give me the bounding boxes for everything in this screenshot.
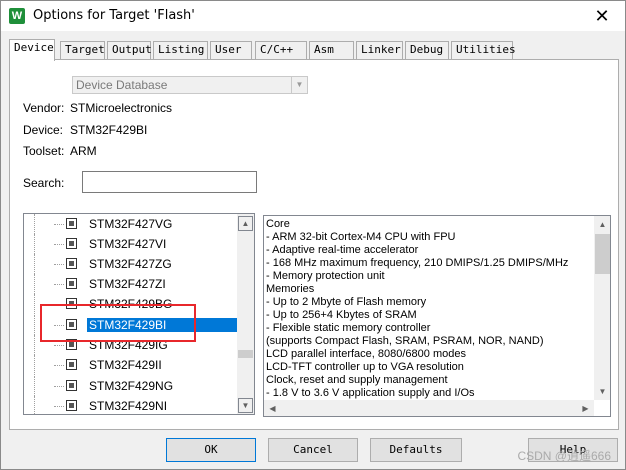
tree-item[interactable]: STM32F429II [24,355,238,375]
tree-line [54,365,64,366]
description-line: - Flexible static memory controller [266,322,431,334]
description-line: - Up to 256+4 Kbytes of SRAM [266,309,417,321]
description-line: (supports Compact Flash, SRAM, PSRAM, NO… [266,335,544,347]
device-value: STM32F429BI [70,123,148,137]
description-line: - Memory protection unit [266,270,385,282]
chip-icon [66,380,77,391]
tree-item-label: STM32F429NG [89,379,174,393]
tree-item[interactable]: STM32F427VG [24,214,238,234]
scrollbar-thumb[interactable] [238,350,253,358]
window-title: Options for Target 'Flash' [33,8,195,23]
tab-utilities[interactable]: Utilities [451,41,516,59]
description-line: Core [266,218,290,230]
tree-item-label: STM32F427VI [89,237,167,251]
tab-strip: Device Target Output Listing User C/C++ … [9,39,617,61]
tab-listing[interactable]: Listing [153,41,208,59]
tree-item-label: STM32F427ZG [89,257,172,271]
tree-item[interactable]: STM32F427ZI [24,274,238,294]
chip-icon [66,278,77,289]
tree-item[interactable]: STM32F427ZG [24,254,238,274]
tree-line [54,224,64,225]
device-description: Core - ARM 32-bit Cortex-M4 CPU with FPU… [263,215,611,417]
tab-c-cpp[interactable]: C/C++ [255,41,307,59]
description-line: LCD-TFT controller up to VGA resolution [266,361,464,373]
scroll-up-icon[interactable]: ▲ [594,216,610,233]
scrollbar-thumb[interactable] [595,234,610,274]
toolset-label: Toolset: [23,144,65,158]
tab-debug[interactable]: Debug [405,41,449,59]
tree-item-label: STM32F427VG [89,217,173,231]
watermark: CSDN @逍遥666 [517,449,611,463]
tree-line [54,345,64,346]
device-label: Device: [23,123,64,137]
chevron-down-icon: ▼ [291,77,307,93]
defaults-button[interactable]: Defaults [370,438,462,462]
vendor-label: Vendor: [23,101,65,115]
description-line: - Adaptive real-time accelerator [266,244,419,256]
chip-icon [66,258,77,269]
description-line: - 1.8 V to 3.6 V application supply and … [266,387,475,399]
description-hscrollbar[interactable]: ◀ ▶ [264,400,594,416]
ok-button[interactable]: OK [166,438,256,462]
search-label: Search: [23,176,65,190]
title-bar: W Options for Target 'Flash' ✕ [1,1,625,31]
uvision-app-icon: W [9,8,25,24]
scroll-down-icon[interactable]: ▼ [594,383,610,400]
tab-user[interactable]: User [210,41,252,59]
description-line: Memories [266,283,315,295]
vendor-value: STMicroelectronics [70,101,173,115]
tree-item-label: STM32F429II [89,358,162,372]
chip-icon [66,359,77,370]
chip-icon [66,400,77,411]
device-database-value: Device Database [76,78,168,92]
search-input[interactable] [82,171,257,193]
scroll-right-icon[interactable]: ▶ [577,400,594,416]
tab-asm[interactable]: Asm [309,41,354,59]
toolset-value: ARM [70,144,97,158]
tree-item-label: STM32F427ZI [89,277,166,291]
device-tree-scrollbar[interactable]: ▲ ▼ [237,214,254,414]
scroll-down-icon[interactable]: ▼ [238,398,253,413]
chip-icon [66,218,77,229]
description-line: - 168 MHz maximum frequency, 210 DMIPS/1… [266,257,569,269]
close-button[interactable]: ✕ [579,1,625,31]
tab-target[interactable]: Target [60,41,105,59]
scroll-left-icon[interactable]: ◀ [264,400,281,416]
tree-item-label: STM32F429NI [89,399,168,413]
tab-output[interactable]: Output [107,41,152,59]
tree-line [54,406,64,407]
chip-icon [66,238,77,249]
tree-item[interactable]: STM32F429NG [24,376,238,396]
description-line: LCD parallel interface, 8080/6800 modes [266,348,466,360]
tree-item[interactable]: STM32F429NI [24,396,238,414]
tree-line [54,264,64,265]
description-line: - ARM 32-bit Cortex-M4 CPU with FPU [266,231,456,243]
tree-line [54,244,64,245]
tab-linker[interactable]: Linker [356,41,403,59]
device-database-select: Device Database ▼ [72,76,308,94]
tree-line [54,386,64,387]
scroll-up-icon[interactable]: ▲ [238,216,253,231]
description-line: - Up to 2 Mbyte of Flash memory [266,296,427,308]
tree-line [54,284,64,285]
description-line: Clock, reset and supply management [266,374,448,386]
options-dialog: W Options for Target 'Flash' ✕ Device Ta… [0,0,626,470]
description-scrollbar[interactable]: ▲ ▼ [594,216,610,400]
tree-item[interactable]: STM32F427VI [24,234,238,254]
highlight-annotation [40,304,196,342]
tab-device[interactable]: Device [9,39,55,61]
cancel-button[interactable]: Cancel [268,438,358,462]
